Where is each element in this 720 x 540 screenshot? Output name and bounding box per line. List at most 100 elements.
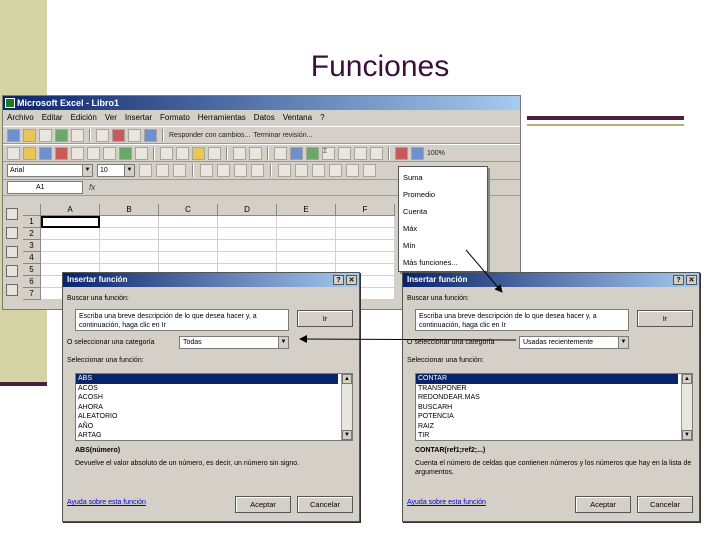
list-item[interactable]: RAIZ: [416, 422, 692, 432]
select-all-corner[interactable]: [23, 204, 41, 216]
help-link[interactable]: Ayuda sobre esta función: [67, 499, 146, 506]
cell[interactable]: [218, 216, 277, 228]
track-changes-icon[interactable]: [128, 128, 141, 142]
function-list[interactable]: CONTAR TRANSPONER REDONDEAR.MAS BUSCARH …: [415, 373, 693, 441]
column-header[interactable]: C: [159, 204, 218, 216]
open-folder-icon[interactable]: [23, 146, 36, 160]
new-file-icon[interactable]: [7, 146, 20, 160]
search-input[interactable]: Escriba una breve descripción de lo que …: [415, 309, 629, 331]
cell[interactable]: [218, 228, 277, 240]
italic-icon[interactable]: [156, 164, 169, 177]
column-header[interactable]: B: [100, 204, 159, 216]
row-header[interactable]: 1: [23, 216, 41, 228]
comma-style-icon[interactable]: [312, 164, 325, 177]
menu-ver[interactable]: Ver: [105, 110, 117, 126]
menu-herramientas[interactable]: Herramientas: [198, 110, 246, 126]
help-icon[interactable]: ?: [333, 275, 344, 285]
sort-descending-icon[interactable]: [370, 146, 383, 160]
close-icon[interactable]: ✕: [686, 275, 697, 285]
comment-icon[interactable]: [96, 128, 109, 142]
zoom-combo[interactable]: 100%: [427, 150, 445, 157]
cell[interactable]: [159, 216, 218, 228]
cell[interactable]: [41, 240, 100, 252]
go-button[interactable]: Ir: [637, 310, 693, 327]
print-preview-icon[interactable]: [103, 146, 116, 160]
undo-icon[interactable]: [233, 146, 246, 160]
format-painter-icon[interactable]: [208, 146, 221, 160]
list-item[interactable]: REDONDEAR.MAS: [416, 393, 692, 403]
euro-icon[interactable]: [329, 164, 342, 177]
cell[interactable]: [159, 240, 218, 252]
menu-datos[interactable]: Datos: [254, 110, 275, 126]
folder-icon[interactable]: [23, 128, 36, 142]
insert-function-fx-icon[interactable]: fx: [89, 183, 95, 192]
lightbulb-icon[interactable]: [6, 208, 18, 220]
chart-wizard-icon[interactable]: [395, 146, 408, 160]
cell[interactable]: [336, 216, 395, 228]
row-header[interactable]: 7: [23, 288, 41, 300]
menu-item-suma[interactable]: Suma: [403, 169, 483, 186]
copy-icon[interactable]: [176, 146, 189, 160]
menu-ventana[interactable]: Ventana: [283, 110, 312, 126]
column-header[interactable]: A: [41, 204, 100, 216]
list-item[interactable]: ACOSH: [76, 393, 352, 403]
category-select[interactable]: Usadas recientemente ▼: [519, 336, 629, 349]
cancel-button[interactable]: Cancelar: [297, 496, 353, 513]
research-icon[interactable]: [135, 146, 148, 160]
column-header[interactable]: D: [218, 204, 277, 216]
scroll-up-icon[interactable]: ▲: [342, 374, 352, 384]
map-icon[interactable]: [290, 146, 303, 160]
row-header[interactable]: 4: [23, 252, 41, 264]
drawing-icon[interactable]: [411, 146, 424, 160]
cell[interactable]: [277, 252, 336, 264]
list-item[interactable]: ALEATORIO: [76, 412, 352, 422]
print-icon[interactable]: [87, 146, 100, 160]
row-header[interactable]: 2: [23, 228, 41, 240]
percent-icon[interactable]: [295, 164, 308, 177]
paste-icon[interactable]: [192, 146, 205, 160]
sort-ascending-icon[interactable]: [354, 146, 367, 160]
cell[interactable]: [218, 240, 277, 252]
list-item[interactable]: POTENCIA: [416, 412, 692, 422]
cell[interactable]: [100, 216, 159, 228]
list-scrollbar[interactable]: ▲ ▼: [681, 374, 692, 440]
cut-icon[interactable]: [160, 146, 173, 160]
contacts-icon[interactable]: [55, 128, 68, 142]
email-icon[interactable]: [71, 146, 84, 160]
list-item[interactable]: ACOS: [76, 384, 352, 394]
cell-a1-selected[interactable]: [41, 216, 100, 228]
menu-archivo[interactable]: Archivo: [7, 110, 34, 126]
merge-center-icon[interactable]: [251, 164, 264, 177]
align-right-icon[interactable]: [234, 164, 247, 177]
search-input[interactable]: Escriba una breve descripción de lo que …: [75, 309, 289, 331]
name-box[interactable]: A1: [7, 181, 83, 194]
column-header[interactable]: F: [336, 204, 395, 216]
attach-icon[interactable]: [71, 128, 84, 142]
cell[interactable]: [41, 252, 100, 264]
save-icon[interactable]: [39, 146, 52, 160]
menu-item-more-functions[interactable]: Más funciones...: [403, 254, 483, 271]
delete-comment-icon[interactable]: [112, 128, 125, 142]
menu-item-promedio[interactable]: Promedio: [403, 186, 483, 203]
mail-send-icon[interactable]: [39, 128, 52, 142]
ink-icon[interactable]: [306, 146, 319, 160]
scroll-down-icon[interactable]: ▼: [682, 430, 692, 440]
row-header[interactable]: 3: [23, 240, 41, 252]
menu-help[interactable]: ?: [320, 110, 324, 126]
cell[interactable]: [336, 228, 395, 240]
outline-icon[interactable]: [6, 284, 18, 296]
outline-icon[interactable]: [6, 227, 18, 239]
cancel-button[interactable]: Cancelar: [637, 496, 693, 513]
underline-icon[interactable]: [173, 164, 186, 177]
column-header[interactable]: E: [277, 204, 336, 216]
mail-icon[interactable]: [7, 128, 20, 142]
cell[interactable]: [277, 240, 336, 252]
menu-formato[interactable]: Formato: [160, 110, 190, 126]
bold-icon[interactable]: [139, 164, 152, 177]
ok-button[interactable]: Aceptar: [575, 496, 631, 513]
font-name-combo[interactable]: Arial ▼: [7, 164, 93, 177]
insert-function-icon[interactable]: [338, 146, 351, 160]
cell[interactable]: [41, 228, 100, 240]
increase-decimal-icon[interactable]: [346, 164, 359, 177]
outline-icon[interactable]: [6, 265, 18, 277]
